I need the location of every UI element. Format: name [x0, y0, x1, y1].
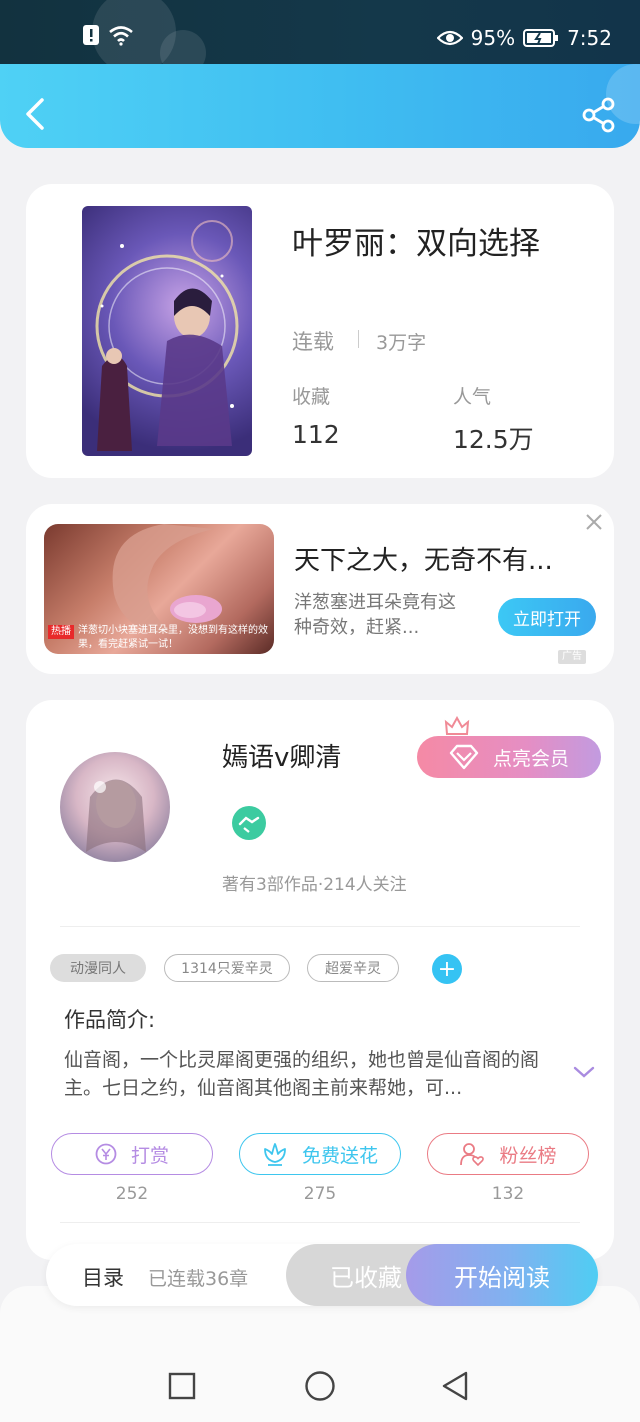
recents-square-icon[interactable] [168, 1372, 196, 1400]
reward-button[interactable]: 打赏 [51, 1133, 213, 1175]
book-cover[interactable] [82, 206, 252, 456]
add-tag-button[interactable]: + [432, 954, 462, 984]
favorites-label: 收藏 [292, 386, 331, 408]
reward-label: 打赏 [130, 1144, 169, 1167]
ad-open-button[interactable]: 立即打开 [498, 598, 596, 636]
top-app-bar [0, 64, 640, 148]
chevron-left-icon [26, 98, 44, 130]
ad-close-button[interactable] [584, 512, 604, 538]
tag-item[interactable]: 超爱辛灵 [307, 954, 399, 982]
reward-count: 252 [115, 1184, 149, 1204]
flower-label: 免费送花 [301, 1144, 378, 1167]
divider [60, 1222, 580, 1223]
ad-badge: 广告 [558, 650, 586, 664]
chevron-down-icon [573, 1066, 595, 1078]
tag-item[interactable]: 1314只爱辛灵 [164, 954, 290, 982]
ad-description: 洋葱塞进耳朵竟有这种奇效，赶紧... [294, 592, 456, 638]
start-reading-button[interactable]: 开始阅读 [406, 1244, 598, 1306]
back-button[interactable] [18, 96, 54, 132]
eye-icon [436, 30, 463, 46]
avatar-art [86, 779, 146, 852]
crown-icon [444, 716, 470, 735]
ad-image[interactable]: 热播 洋葱切小块塞进耳朵里，没想到有这样的效果，看完赶紧试一试！ [44, 524, 274, 654]
favorites-value: 112 [292, 420, 340, 449]
intro-label: 作品简介: [64, 1008, 156, 1032]
hot-tag: 热播 [48, 625, 74, 639]
battery-percent: 95% [470, 26, 516, 50]
flower-count: 275 [303, 1184, 337, 1204]
vip-button[interactable]: 点亮会员 [417, 736, 601, 778]
yen-coin-icon [95, 1143, 117, 1165]
chapter-count: 已连载36章 [148, 1268, 249, 1290]
divider [60, 926, 580, 927]
sim-alert-icon [83, 25, 99, 45]
status-bar: 95% 7:52 [0, 0, 640, 76]
popularity-label: 人气 [453, 386, 492, 408]
fans-rank-button[interactable]: 粉丝榜 [427, 1133, 589, 1175]
user-heart-icon [460, 1143, 485, 1167]
word-count: 3万字 [376, 332, 427, 354]
intro-text: 仙音阁，一个比灵犀阁更强的组织，她也曾是仙音阁的阁主。七日之约，仙音阁其他阁主前… [64, 1049, 540, 1099]
author-stats: 著有3部作品·214人关注 [222, 875, 407, 895]
book-title: 叶罗丽：双向选择 [292, 226, 540, 262]
fans-count: 132 [491, 1184, 525, 1204]
plus-icon: + [437, 956, 457, 982]
battery-icon [523, 29, 559, 47]
fans-label: 粉丝榜 [499, 1144, 557, 1167]
share-icon [582, 97, 615, 133]
wifi-icon [109, 26, 133, 46]
handshake-icon [238, 816, 260, 833]
author-name[interactable]: 嫣语v卿清 [222, 737, 341, 774]
author-badge-icon [232, 806, 266, 840]
share-button[interactable] [580, 96, 618, 134]
divider [358, 330, 359, 348]
serial-status: 连载 [292, 330, 334, 354]
vip-button-label: 点亮会员 [492, 747, 569, 770]
home-circle-icon[interactable] [304, 1370, 336, 1402]
ad-image-caption: 洋葱切小块塞进耳朵里，没想到有这样的效果，看完赶紧试一试！ [78, 625, 268, 650]
popularity-value: 12.5万 [453, 425, 534, 454]
diamond-icon [449, 744, 479, 770]
status-left-icons [82, 24, 134, 46]
clock: 7:52 [567, 26, 612, 50]
close-icon [586, 514, 602, 530]
avatar[interactable] [60, 752, 170, 862]
tag-item[interactable]: 动漫同人 [50, 954, 146, 982]
ad-title: 天下之大，无奇不有... [294, 546, 553, 576]
back-triangle-icon[interactable] [440, 1370, 470, 1402]
flower-icon [264, 1143, 286, 1166]
expand-intro-button[interactable] [572, 1064, 596, 1084]
status-right: 95% 7:52 [436, 26, 612, 50]
toc-button[interactable]: 目录 [82, 1262, 124, 1292]
send-flower-button[interactable]: 免费送花 [239, 1133, 401, 1175]
cover-art [95, 220, 239, 451]
